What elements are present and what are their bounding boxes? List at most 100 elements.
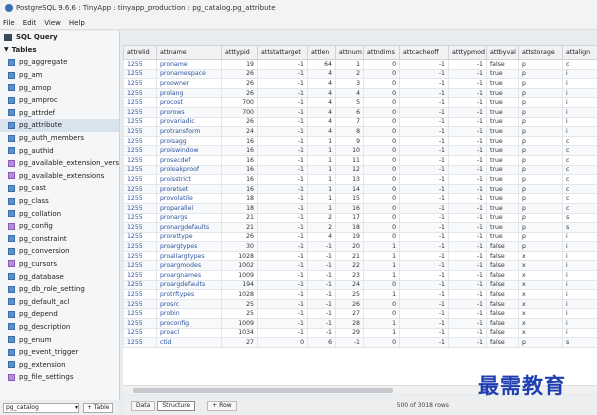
sidebar-item-pg-event-trigger[interactable]: pg_event_trigger	[0, 346, 119, 359]
cell-attalign[interactable]: i	[562, 279, 597, 291]
cell-attstattarget[interactable]: -1	[257, 270, 308, 281]
cell-attstattarget[interactable]: -1	[257, 78, 308, 89]
cell-attlen[interactable]: 4	[307, 97, 336, 108]
sidebar-item-pg-amop[interactable]: pg_amop	[0, 81, 119, 94]
table-row[interactable]: 1255 proargnames 1009 -1 -1 23 1 -1 -1 false x i	[123, 270, 597, 281]
cell-attnum[interactable]: 9	[335, 135, 364, 147]
cell-attbyval[interactable]: true	[486, 202, 519, 214]
sidebar-item-pg-authid[interactable]: pg_authid	[0, 144, 119, 157]
table-row[interactable]: 1255 proname 19 -1 64 1 0 -1 -1 false p c	[123, 59, 597, 70]
cell-attstorage[interactable]: p	[518, 154, 563, 166]
cell-attndims[interactable]: 0	[363, 212, 400, 224]
cell-attname[interactable]: pronargs	[156, 212, 222, 224]
cell-atttypid[interactable]: 27	[221, 337, 258, 348]
cell-attrelid[interactable]: 1255	[123, 97, 157, 108]
cell-attnum[interactable]: 26	[335, 298, 364, 310]
cell-attrelid[interactable]: 1255	[123, 174, 157, 185]
table-row[interactable]: 1255 protransform 24 -1 4 8 0 -1 -1 true p i	[123, 126, 597, 137]
cell-attalign[interactable]: c	[562, 154, 597, 166]
sidebar-item-pg-extension[interactable]: pg_extension	[0, 358, 119, 371]
cell-attcacheoff[interactable]: -1	[399, 279, 449, 291]
cell-atttypmod[interactable]: -1	[448, 279, 487, 291]
cell-attrelid[interactable]: 1255	[123, 87, 157, 99]
cell-attcacheoff[interactable]: -1	[399, 164, 449, 176]
cell-attndims[interactable]: 1	[363, 318, 400, 329]
cell-attlen[interactable]: 4	[307, 126, 336, 137]
cell-attbyval[interactable]: true	[486, 174, 519, 185]
cell-atttypmod[interactable]: -1	[448, 308, 487, 320]
cell-attnum[interactable]: 14	[335, 183, 364, 195]
cell-attlen[interactable]: -1	[307, 279, 336, 291]
cell-attstattarget[interactable]: -1	[257, 241, 308, 252]
cell-attstorage[interactable]: x	[518, 327, 563, 339]
cell-attnum[interactable]: 25	[335, 289, 364, 300]
cell-atttypmod[interactable]: -1	[448, 231, 487, 243]
cell-atttypid[interactable]: 26	[221, 87, 258, 99]
cell-attlen[interactable]: 2	[307, 222, 336, 233]
cell-attrelid[interactable]: 1255	[123, 154, 157, 166]
cell-attcacheoff[interactable]: -1	[399, 202, 449, 214]
sidebar-item-pg-constraint[interactable]: pg_constraint	[0, 233, 119, 246]
menu-edit[interactable]: Edit	[23, 19, 37, 27]
cell-attbyval[interactable]: false	[486, 270, 519, 281]
cell-attcacheoff[interactable]: -1	[399, 212, 449, 224]
cell-attndims[interactable]: 0	[363, 145, 400, 156]
cell-attalign[interactable]: i	[562, 327, 597, 339]
cell-attstattarget[interactable]: -1	[257, 59, 308, 70]
cell-attnum[interactable]: 27	[335, 308, 364, 320]
table-row[interactable]: 1255 proargdefaults 194 -1 -1 24 0 -1 -1 false x i	[123, 279, 597, 291]
cell-atttypid[interactable]: 18	[221, 202, 258, 214]
cell-attndims[interactable]: 0	[363, 231, 400, 243]
cell-attstattarget[interactable]: -1	[257, 289, 308, 300]
sidebar-item-pg-depend[interactable]: pg_depend	[0, 308, 119, 321]
cell-attstorage[interactable]: x	[518, 260, 563, 272]
schema-select[interactable]: pg_catalog ▾	[3, 402, 79, 413]
cell-attstorage[interactable]: p	[518, 68, 563, 80]
cell-attname[interactable]: probin	[156, 308, 222, 320]
cell-attnum[interactable]: 8	[335, 126, 364, 137]
cell-attbyval[interactable]: true	[486, 193, 519, 204]
sidebar-item-pg-attrdef[interactable]: pg_attrdef	[0, 107, 119, 120]
table-row[interactable]: 1255 proowner 26 -1 4 3 0 -1 -1 true p i	[123, 78, 597, 89]
cell-attbyval[interactable]: false	[486, 298, 519, 310]
cell-attnum[interactable]: 22	[335, 260, 364, 272]
cell-attname[interactable]: prorows	[156, 106, 222, 118]
cell-attname[interactable]: provariadic	[156, 116, 222, 128]
cell-attstorage[interactable]: p	[518, 174, 563, 185]
cell-attstorage[interactable]: x	[518, 250, 563, 262]
cell-attnum[interactable]: 19	[335, 231, 364, 243]
cell-attbyval[interactable]: false	[486, 327, 519, 339]
cell-attname[interactable]: prosrc	[156, 298, 222, 310]
column-header-attalign[interactable]: attalign	[562, 45, 597, 60]
cell-attcacheoff[interactable]: -1	[399, 78, 449, 89]
cell-atttypmod[interactable]: -1	[448, 250, 487, 262]
cell-atttypmod[interactable]: -1	[448, 260, 487, 272]
cell-attcacheoff[interactable]: -1	[399, 298, 449, 310]
add-table-button[interactable]: + Table	[83, 402, 114, 413]
cell-attcacheoff[interactable]: -1	[399, 289, 449, 300]
cell-attname[interactable]: prolang	[156, 87, 222, 99]
cell-atttypmod[interactable]: -1	[448, 78, 487, 89]
cell-atttypid[interactable]: 1028	[221, 250, 258, 262]
cell-attstattarget[interactable]: -1	[257, 308, 308, 320]
cell-attstattarget[interactable]: -1	[257, 212, 308, 224]
cell-attbyval[interactable]: true	[486, 87, 519, 99]
table-row[interactable]: 1255 procost 700 -1 4 5 0 -1 -1 true p i	[123, 97, 597, 108]
cell-attrelid[interactable]: 1255	[123, 193, 157, 204]
cell-attrelid[interactable]: 1255	[123, 222, 157, 233]
cell-attcacheoff[interactable]: -1	[399, 116, 449, 128]
cell-attndims[interactable]: 1	[363, 250, 400, 262]
cell-attalign[interactable]: c	[562, 135, 597, 147]
cell-attname[interactable]: proallargtypes	[156, 250, 222, 262]
cell-attstattarget[interactable]: -1	[257, 260, 308, 272]
sidebar-item-pg-default-acl[interactable]: pg_default_acl	[0, 295, 119, 308]
sidebar-item-pg-aggregate[interactable]: pg_aggregate	[0, 56, 119, 69]
menu-file[interactable]: File	[3, 19, 15, 27]
cell-attrelid[interactable]: 1255	[123, 250, 157, 262]
cell-attstorage[interactable]: p	[518, 97, 563, 108]
cell-attrelid[interactable]: 1255	[123, 202, 157, 214]
cell-attstorage[interactable]: p	[518, 241, 563, 252]
cell-attstattarget[interactable]: -1	[257, 222, 308, 233]
cell-attndims[interactable]: 0	[363, 126, 400, 137]
cell-attnum[interactable]: -1	[335, 337, 364, 348]
